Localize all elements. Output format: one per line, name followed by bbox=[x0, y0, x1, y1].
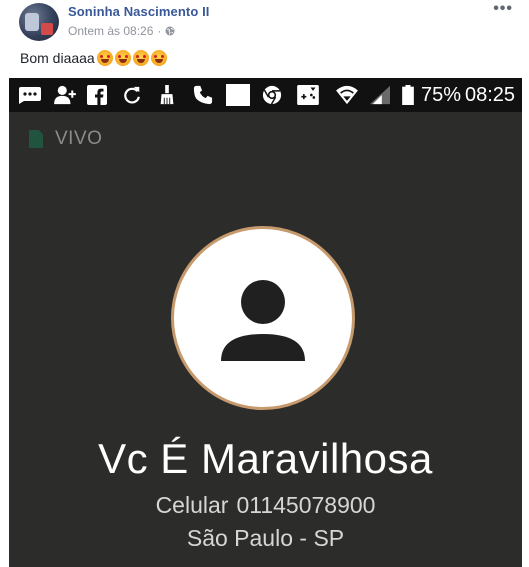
post-header: Soninha Nascimento II Ontem às 08:26 · •… bbox=[0, 0, 529, 46]
caption-text: Bom diaaaa bbox=[20, 50, 95, 66]
phone-number: 01145078900 bbox=[236, 492, 376, 518]
signal-icon bbox=[370, 85, 390, 105]
person-icon bbox=[221, 280, 305, 361]
more-options-button[interactable]: ••• bbox=[493, 0, 513, 18]
battery-icon bbox=[402, 85, 414, 105]
carrier-name: VIVO bbox=[55, 128, 103, 149]
smiling-cat-emoji bbox=[132, 50, 149, 66]
post-timestamp[interactable]: Ontem às 08:26 bbox=[68, 24, 153, 38]
battery-percentage: 75% bbox=[421, 84, 462, 106]
chrome-icon bbox=[262, 85, 282, 105]
add-contact-icon bbox=[54, 85, 76, 105]
facebook-post: Soninha Nascimento II Ontem às 08:26 · •… bbox=[0, 0, 529, 567]
contact-phone-line: Celular 01145078900 bbox=[9, 492, 522, 519]
status-time: 08:25 bbox=[465, 84, 516, 106]
globe-icon[interactable] bbox=[165, 26, 175, 36]
sync-icon bbox=[124, 86, 140, 104]
smiling-cat-emoji bbox=[114, 50, 131, 66]
author-name-link[interactable]: Soninha Nascimento II bbox=[68, 4, 210, 19]
post-caption: Bom diaaaa bbox=[20, 50, 167, 66]
android-status-bar: 75% 08:25 bbox=[9, 78, 522, 112]
facebook-icon bbox=[87, 85, 107, 105]
game-icon bbox=[297, 85, 319, 105]
carrier-label: VIVO bbox=[29, 128, 102, 150]
phone-icon bbox=[193, 85, 213, 105]
sim-card-icon bbox=[29, 130, 43, 148]
contact-photo bbox=[171, 226, 355, 410]
smiling-cat-emoji bbox=[96, 50, 113, 66]
post-photo-screenshot[interactable]: 75% 08:25 VIVO Vc É Maravilhosa Celular 0… bbox=[9, 78, 522, 567]
clean-icon bbox=[160, 85, 174, 105]
sms-icon bbox=[19, 87, 41, 104]
wifi-icon bbox=[336, 85, 358, 105]
blank-notification-icon bbox=[226, 84, 250, 106]
contact-location: São Paulo - SP bbox=[186, 525, 345, 551]
post-meta: Ontem às 08:26 · bbox=[68, 24, 175, 38]
profile-avatar[interactable] bbox=[19, 3, 59, 41]
contact-name: Vc É Maravilhosa bbox=[98, 435, 433, 482]
phone-type-label: Celular bbox=[155, 492, 229, 518]
smiling-cat-emoji bbox=[150, 50, 167, 66]
